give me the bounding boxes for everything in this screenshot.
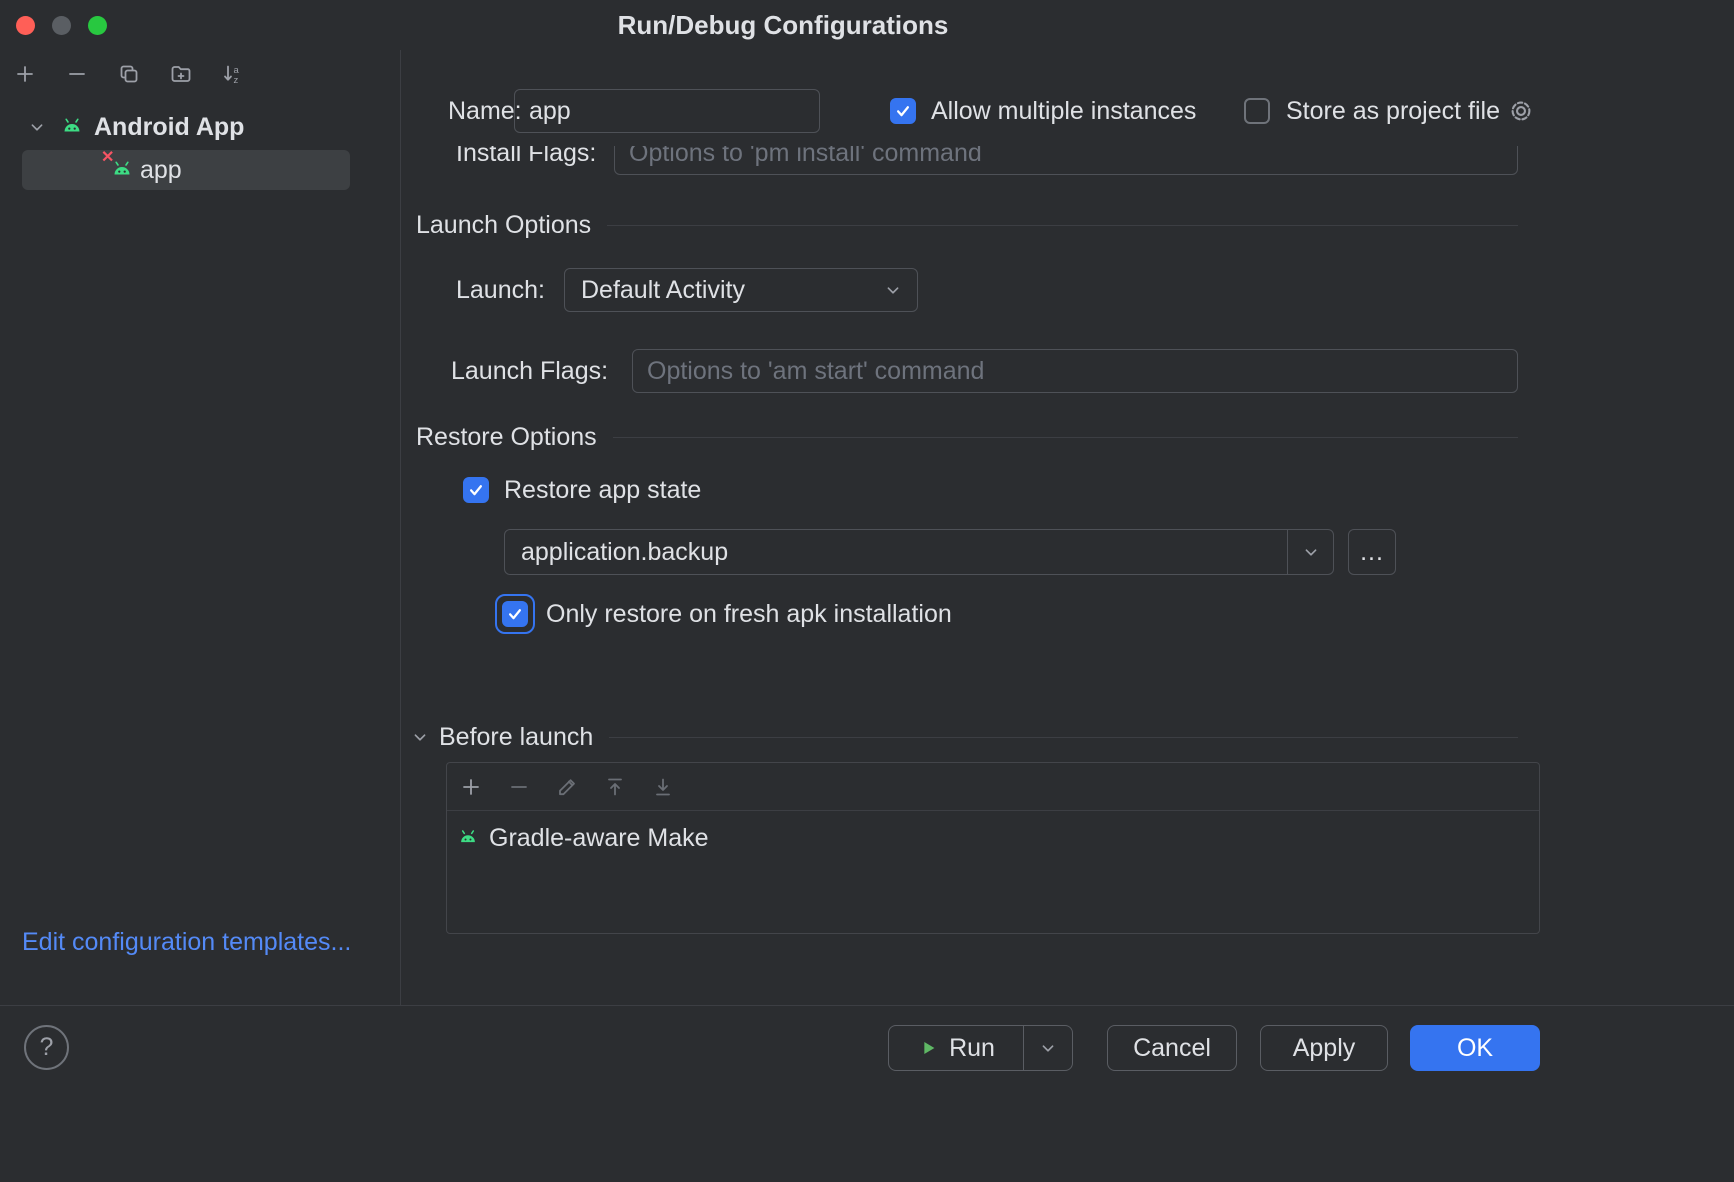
section-rule [613, 437, 1518, 438]
help-button[interactable]: ? [24, 1025, 69, 1070]
backup-file-value: application.backup [505, 530, 1287, 574]
backup-file-combobox[interactable]: application.backup [504, 529, 1334, 575]
title-bar: Run/Debug Configurations [0, 0, 1734, 50]
restore-app-state-checkbox[interactable] [463, 477, 489, 503]
fresh-apk-row: Only restore on fresh apk installation [401, 590, 1734, 638]
allow-multiple-instances-label: Allow multiple instances [931, 88, 1196, 134]
install-flags-label: Install Flags: [456, 146, 596, 176]
browse-button[interactable]: ... [1348, 529, 1396, 575]
restore-app-state-label: Restore app state [504, 470, 701, 510]
launch-flags-input[interactable] [632, 349, 1518, 393]
add-task-icon[interactable] [459, 775, 483, 799]
launch-options-title: Launch Options [416, 211, 591, 240]
add-configuration-icon[interactable] [13, 62, 37, 86]
install-flags-input[interactable] [614, 146, 1518, 175]
cancel-button[interactable]: Cancel [1107, 1025, 1237, 1071]
svg-text:z: z [234, 75, 239, 86]
remove-task-icon[interactable] [507, 775, 531, 799]
launch-flags-label: Launch Flags: [451, 349, 608, 393]
edit-configuration-templates-link[interactable]: Edit configuration templates... [22, 928, 351, 957]
before-launch-toolbar [447, 763, 1539, 811]
backup-file-row: application.backup ... [401, 529, 1734, 575]
restore-options-title: Restore Options [416, 423, 597, 452]
chevron-down-icon [869, 279, 917, 301]
launch-flags-row: Launch Flags: [401, 349, 1734, 393]
restore-options-section-header: Restore Options [416, 414, 1518, 460]
tree-group-label: Android App [94, 113, 244, 142]
before-launch-title: Before launch [439, 723, 593, 752]
store-as-project-file-checkbox[interactable] [1244, 98, 1270, 124]
tree-item-label: app [140, 156, 182, 185]
launch-dropdown-value: Default Activity [565, 276, 869, 305]
allow-multiple-instances-checkbox[interactable] [890, 98, 916, 124]
before-launch-panel: Gradle-aware Make [446, 762, 1540, 934]
copy-configuration-icon[interactable] [117, 62, 141, 86]
edit-task-icon[interactable] [555, 775, 579, 799]
name-input[interactable] [514, 89, 820, 133]
launch-options-section-header: Launch Options [416, 202, 1518, 248]
store-as-project-file-label: Store as project file [1286, 88, 1500, 134]
scroll-clipped-region: Install Flags: [401, 146, 1734, 176]
run-split-button: Run [888, 1025, 1073, 1071]
collapse-chevron-icon[interactable] [409, 726, 431, 748]
new-folder-icon[interactable] [169, 62, 193, 86]
ok-button[interactable]: OK [1410, 1025, 1540, 1071]
run-button[interactable]: Run [889, 1026, 1023, 1070]
android-config-icon: ✕ [110, 158, 134, 182]
name-row: Name: Allow multiple instances Store as … [401, 88, 1734, 134]
sort-alphabetically-icon[interactable]: a z [221, 62, 245, 86]
run-button-label: Run [949, 1034, 995, 1063]
move-task-down-icon[interactable] [651, 775, 675, 799]
apply-button[interactable]: Apply [1260, 1025, 1388, 1071]
launch-label: Launch: [456, 268, 545, 312]
before-launch-task-row[interactable]: Gradle-aware Make [447, 811, 1539, 865]
dialog-footer: ? Run Cancel Apply OK [0, 1006, 1734, 1182]
only-restore-fresh-apk-label: Only restore on fresh apk installation [546, 590, 952, 638]
restore-app-state-row: Restore app state [401, 470, 1734, 510]
tree-group-android-app[interactable]: Android App [0, 107, 400, 147]
before-launch-task-label: Gradle-aware Make [489, 824, 709, 853]
window-title: Run/Debug Configurations [0, 0, 1566, 50]
launch-row: Launch: Default Activity [401, 268, 1734, 312]
focus-ring [495, 594, 535, 634]
launch-dropdown[interactable]: Default Activity [564, 268, 918, 312]
sidebar-toolbar: a z [13, 62, 245, 86]
move-task-up-icon[interactable] [603, 775, 627, 799]
android-icon [457, 827, 479, 849]
name-label: Name: [448, 88, 522, 134]
only-restore-fresh-apk-checkbox[interactable] [502, 601, 528, 627]
configuration-form: Name: Allow multiple instances Store as … [401, 50, 1734, 1005]
run-options-chevron[interactable] [1024, 1026, 1072, 1070]
remove-configuration-icon[interactable] [65, 62, 89, 86]
error-badge-icon: ✕ [101, 150, 114, 166]
play-icon [917, 1037, 939, 1059]
chevron-down-icon[interactable] [26, 116, 48, 138]
combobox-chevron-button[interactable] [1287, 530, 1333, 574]
android-icon [60, 115, 84, 139]
gear-icon[interactable] [1507, 97, 1535, 125]
configurations-sidebar: a z Android App ✕ [0, 50, 400, 1005]
section-rule [609, 737, 1518, 738]
section-rule [607, 225, 1518, 226]
tree-item-app-selected[interactable]: ✕ app [22, 150, 350, 190]
before-launch-section-header: Before launch [409, 714, 1518, 760]
